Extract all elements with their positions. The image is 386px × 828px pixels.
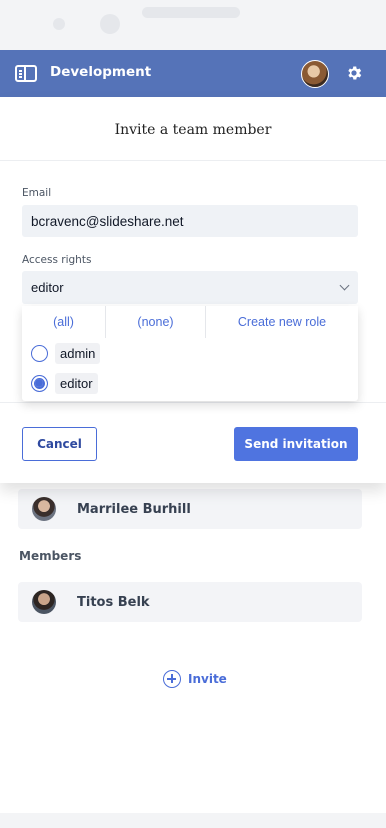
role-dropdown: (all) (none) Create new role admin edito… — [22, 306, 358, 401]
access-rights-select[interactable]: editor — [22, 271, 358, 304]
select-all-link[interactable]: (all) — [22, 306, 105, 338]
member-name: Marrilee Burhill — [77, 501, 191, 517]
access-rights-label: Access rights — [22, 254, 92, 266]
owner-row[interactable]: Marrilee Burhill — [18, 489, 362, 529]
avatar — [32, 497, 56, 521]
email-field[interactable] — [22, 205, 358, 237]
role-option-label: editor — [55, 372, 98, 394]
chevron-down-icon — [339, 280, 350, 291]
cancel-button[interactable]: Cancel — [22, 427, 97, 461]
status-pill — [142, 7, 240, 18]
invite-modal: Invite a team member Email Access rights… — [0, 97, 386, 483]
sidebar-toggle-icon[interactable] — [15, 65, 37, 82]
invite-label: Invite — [188, 672, 227, 686]
invite-button[interactable]: Invite — [163, 670, 227, 688]
app-title: Development — [50, 64, 152, 80]
role-option-label: admin — [55, 342, 101, 364]
avatar — [32, 590, 56, 614]
status-dot — [100, 14, 120, 34]
status-dot — [53, 18, 65, 30]
divider — [0, 160, 386, 161]
top-chrome — [0, 0, 386, 50]
create-role-link[interactable]: Create new role — [206, 306, 358, 338]
plus-circle-icon — [163, 670, 181, 688]
member-name: Titos Belk — [77, 594, 150, 610]
modal-title: Invite a team member — [114, 122, 272, 138]
dropdown-actions: (all) (none) Create new role — [22, 306, 358, 338]
gear-icon[interactable] — [345, 64, 363, 82]
email-label: Email — [22, 187, 52, 199]
select-none-link[interactable]: (none) — [106, 306, 205, 338]
divider — [0, 402, 386, 403]
members-heading: Members — [19, 549, 82, 563]
member-row[interactable]: Titos Belk — [18, 582, 362, 622]
radio-button-checked[interactable] — [31, 374, 48, 392]
role-option-editor[interactable]: editor — [22, 368, 358, 398]
avatar[interactable] — [301, 60, 329, 88]
radio-button[interactable] — [31, 344, 48, 362]
bottom-chrome — [0, 813, 386, 828]
selected-role: editor — [31, 280, 64, 295]
role-option-admin[interactable]: admin — [22, 338, 358, 368]
send-invitation-button[interactable]: Send invitation — [234, 427, 358, 461]
